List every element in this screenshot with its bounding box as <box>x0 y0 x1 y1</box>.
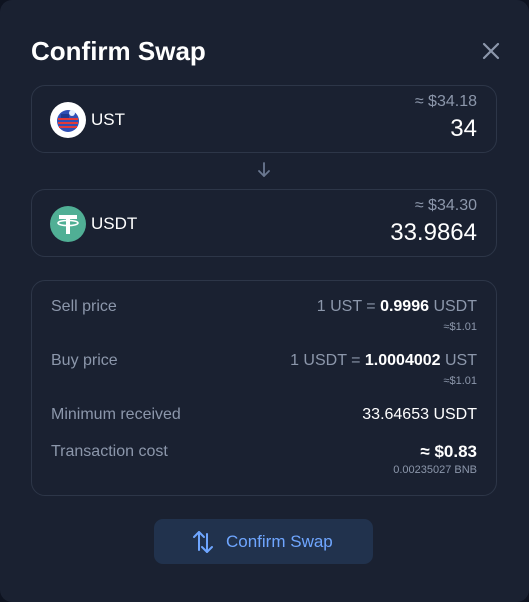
from-token-symbol: UST <box>91 110 125 129</box>
confirm-swap-modal: Confirm Swap UST ≈ $34.18 34 USDT ≈ $34.… <box>0 0 529 602</box>
buy-price-label: Buy price <box>51 352 118 369</box>
ust-token-icon <box>50 102 86 138</box>
swap-details-card: Sell price 1 UST = 0.9996 USDT ≈$1.01 Bu… <box>31 280 497 496</box>
sell-price-label: Sell price <box>51 298 117 315</box>
from-token-card: UST ≈ $34.18 34 <box>31 85 497 153</box>
sell-price-rate: 0.9996 <box>380 298 429 315</box>
sell-price-usd: ≈$1.01 <box>443 321 477 333</box>
from-amount: 34 <box>450 115 477 142</box>
close-icon[interactable] <box>478 38 504 64</box>
arrow-down-icon <box>258 162 270 177</box>
to-amount: 33.9864 <box>390 219 477 246</box>
to-usd-estimate: ≈ $34.30 <box>414 197 477 214</box>
transaction-cost-bnb: 0.00235027 BNB <box>393 464 477 476</box>
to-token-symbol: USDT <box>91 214 138 233</box>
minimum-received-value: 33.64653 USDT <box>362 406 477 423</box>
buy-price-usd: ≈$1.01 <box>443 375 477 387</box>
buy-price-rate: 1.0004002 <box>364 352 441 369</box>
transaction-cost-label: Transaction cost <box>51 443 168 460</box>
confirm-swap-button[interactable]: Confirm Swap <box>154 519 373 564</box>
buy-price-unit: UST <box>440 352 477 369</box>
to-token-card: USDT ≈ $34.30 33.9864 <box>31 189 497 257</box>
from-usd-estimate: ≈ $34.18 <box>414 93 477 110</box>
modal-title: Confirm Swap <box>31 36 206 66</box>
confirm-swap-label: Confirm Swap <box>226 532 333 551</box>
swap-arrows-icon <box>193 531 213 553</box>
sell-price-prefix: 1 UST = <box>316 298 381 315</box>
usdt-token-icon <box>50 206 86 242</box>
buy-price-prefix: 1 USDT = <box>290 352 365 369</box>
buy-price-value: 1 USDT = 1.0004002 UST <box>290 352 477 370</box>
sell-price-value: 1 UST = 0.9996 USDT <box>317 298 477 316</box>
sell-price-unit: USDT <box>429 298 477 315</box>
minimum-received-label: Minimum received <box>51 406 181 423</box>
transaction-cost-value: ≈ $0.83 <box>420 442 477 461</box>
